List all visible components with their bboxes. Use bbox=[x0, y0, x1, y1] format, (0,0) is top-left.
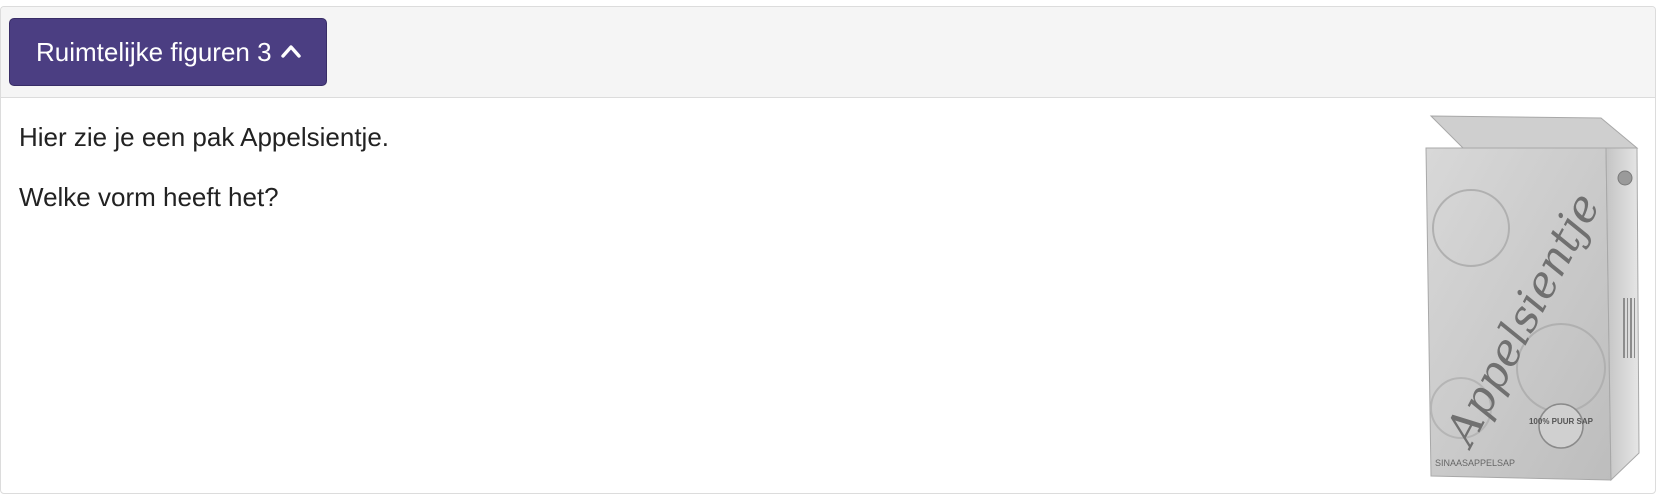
bottom-text: SINAASAPPELSAP bbox=[1435, 458, 1515, 468]
question-text: Hier zie je een pak Appelsientje. bbox=[19, 122, 390, 152]
collapse-toggle-button[interactable]: Ruimtelijke figuren 3 bbox=[9, 18, 327, 86]
chevron-up-icon bbox=[280, 41, 302, 63]
panel-header: Ruimtelijke figuren 3 bbox=[1, 7, 1655, 98]
question-prompt: Welke vorm heeft het? bbox=[19, 182, 279, 212]
badge-text: 100% PUUR SAP bbox=[1529, 417, 1594, 426]
panel-body: Hier zie je een pak Appelsientje. Welke … bbox=[1, 98, 1655, 493]
collapsible-panel: Ruimtelijke figuren 3 Hier zie je een pa… bbox=[0, 6, 1656, 494]
toggle-label: Ruimtelijke figuren 3 bbox=[36, 36, 272, 67]
juice-carton-image: Appelsientje 100% PUUR SAP SINAASAPPELSA… bbox=[1425, 115, 1640, 482]
